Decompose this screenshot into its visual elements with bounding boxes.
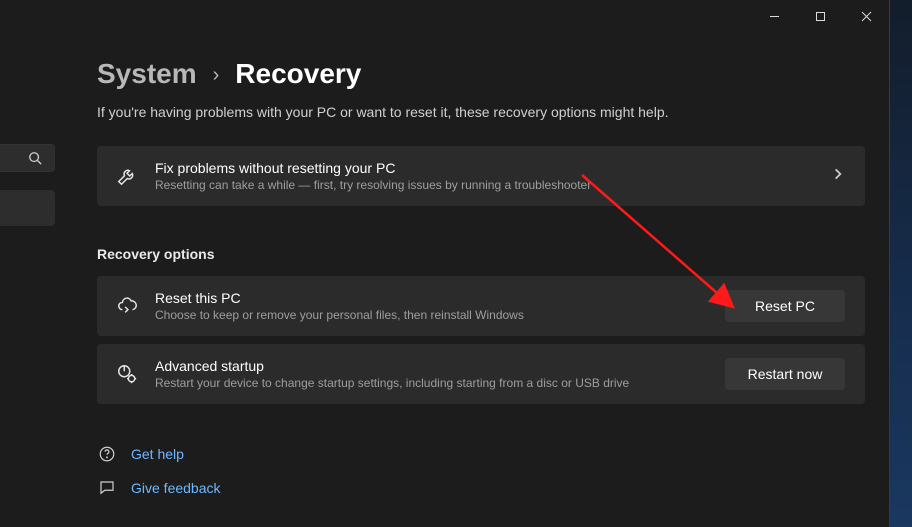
reset-pc-desc: Choose to keep or remove your personal f… <box>155 308 713 322</box>
sidebar-search[interactable] <box>0 144 55 172</box>
give-feedback-label: Give feedback <box>131 480 221 496</box>
advanced-startup-title: Advanced startup <box>155 358 713 374</box>
chevron-right-icon <box>831 167 845 186</box>
restart-now-button[interactable]: Restart now <box>725 358 845 390</box>
reset-pc-title: Reset this PC <box>155 290 713 306</box>
chevron-right-icon: › <box>213 64 220 87</box>
get-help-label: Get help <box>131 446 184 462</box>
settings-window: System › Recovery If you're having probl… <box>0 0 890 527</box>
search-icon <box>28 151 42 165</box>
troubleshooter-card[interactable]: Fix problems without resetting your PC R… <box>97 146 865 206</box>
recovery-options-heading: Recovery options <box>97 246 865 262</box>
maximize-button[interactable] <box>797 0 843 32</box>
power-gear-icon <box>113 360 141 388</box>
troubleshooter-title: Fix problems without resetting your PC <box>155 160 819 176</box>
breadcrumb-parent[interactable]: System <box>97 58 197 90</box>
breadcrumb: System › Recovery <box>97 58 865 90</box>
minimize-button[interactable] <box>751 0 797 32</box>
sidebar-item-stub[interactable] <box>0 190 55 226</box>
advanced-startup-card: Advanced startup Restart your device to … <box>97 344 865 404</box>
feedback-icon <box>97 478 117 498</box>
troubleshooter-desc: Resetting can take a while — first, try … <box>155 178 819 192</box>
desktop-slice <box>890 0 912 527</box>
get-help-link[interactable]: Get help <box>97 444 865 464</box>
give-feedback-link[interactable]: Give feedback <box>97 478 865 498</box>
cloud-reset-icon <box>113 292 141 320</box>
help-icon <box>97 444 117 464</box>
page-subtitle: If you're having problems with your PC o… <box>97 104 865 120</box>
titlebar <box>751 0 889 32</box>
reset-pc-button[interactable]: Reset PC <box>725 290 845 322</box>
reset-pc-card: Reset this PC Choose to keep or remove y… <box>97 276 865 336</box>
page-title: Recovery <box>235 58 361 90</box>
wrench-icon <box>113 162 141 190</box>
content-area: System › Recovery If you're having probl… <box>97 58 865 527</box>
advanced-startup-desc: Restart your device to change startup se… <box>155 376 713 390</box>
close-button[interactable] <box>843 0 889 32</box>
footer-links: Get help Give feedback <box>97 444 865 498</box>
